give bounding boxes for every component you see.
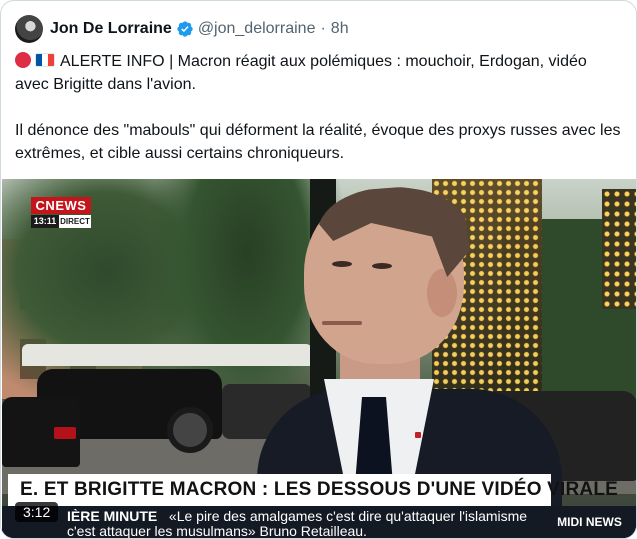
tweet-line-1: ALERTE INFO | Macron réagit aux polémiqu… <box>15 53 587 93</box>
video-awning <box>22 344 312 366</box>
cnews-live-strip: 13:11 DIRECT <box>31 215 91 228</box>
video-car <box>2 397 80 467</box>
ticker-text: IÈRE MINUTE «Le pire des amalgames c'est… <box>67 509 537 538</box>
author-name[interactable]: Jon De Lorraine <box>50 20 172 38</box>
lower-third-headline: E. ET BRIGITTE MACRON : LES DESSOUS D'UN… <box>8 474 618 506</box>
separator-dot: · <box>320 20 326 37</box>
person-ear <box>427 269 457 317</box>
avatar[interactable] <box>15 15 43 43</box>
tweet-header: Jon De Lorraine @jon_delorraine · 8h <box>15 13 349 45</box>
broadcast-time: 13:11 <box>31 215 59 228</box>
headline-text: E. ET BRIGITTE MACRON : LES DESSOUS D'UN… <box>20 479 619 500</box>
tweet-paragraph-1: ALERTE INFO | Macron réagit aux polémiqu… <box>15 50 625 96</box>
red-circle-emoji <box>15 52 31 68</box>
ticker-tag: IÈRE MINUTE <box>67 509 158 524</box>
cnews-logo-text: CNEWS <box>31 197 91 214</box>
timestamp[interactable]: 8h <box>331 20 349 38</box>
video-duration-badge: 3:12 <box>15 502 59 522</box>
video-string-lights <box>602 189 636 309</box>
person-mouth <box>322 321 362 325</box>
person-eyes <box>332 261 352 267</box>
author-handle[interactable]: @jon_delorraine <box>198 20 316 38</box>
cnews-logo: CNEWS 13:11 DIRECT <box>31 197 91 228</box>
program-label: MIDI NEWS <box>542 506 636 538</box>
tweet-card[interactable]: Jon De Lorraine @jon_delorraine · 8h ALE… <box>0 0 637 539</box>
video-player[interactable]: CNEWS 13:11 DIRECT E. ET BRIGITTE MACRON… <box>2 179 636 538</box>
tweet-text: ALERTE INFO | Macron réagit aux polémiqu… <box>15 50 625 165</box>
live-label: DIRECT <box>59 215 91 228</box>
verified-badge-icon <box>177 21 193 37</box>
france-flag-emoji <box>35 53 55 67</box>
person-lapel-pin <box>415 432 421 438</box>
tweet-paragraph-2: Il dénonce des "mabouls" qui déforment l… <box>15 122 621 162</box>
